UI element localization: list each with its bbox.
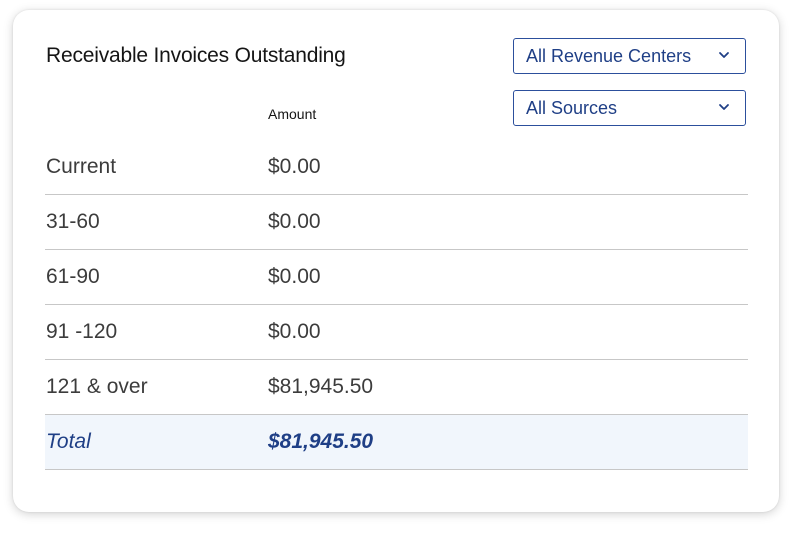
chevron-down-icon bbox=[719, 104, 729, 110]
source-select-value: All Sources bbox=[526, 98, 618, 118]
row-amount: $0.00 bbox=[268, 265, 321, 288]
receivables-card: Receivable Invoices Outstanding All Reve… bbox=[13, 10, 779, 512]
row-amount: $0.00 bbox=[268, 155, 321, 178]
amount-column-header: Amount bbox=[268, 106, 317, 122]
revenue-center-select[interactable]: All Revenue Centers bbox=[513, 38, 746, 74]
row-label: 91 -120 bbox=[46, 320, 118, 343]
table-row: 61-90 $0.00 bbox=[45, 250, 748, 305]
table-row: 31-60 $0.00 bbox=[45, 195, 748, 250]
revenue-center-select-value: All Revenue Centers bbox=[526, 46, 692, 66]
aging-table: Current $0.00 31-60 $0.00 61-90 $0.00 91… bbox=[45, 140, 748, 470]
row-label: 121 & over bbox=[46, 375, 148, 398]
table-row: 121 & over $81,945.50 bbox=[45, 360, 748, 415]
row-label: Current bbox=[46, 155, 117, 178]
total-row: Total $81,945.50 bbox=[45, 415, 748, 470]
widget-title: Receivable Invoices Outstanding bbox=[46, 44, 346, 67]
row-label: 61-90 bbox=[46, 265, 100, 288]
row-amount: $0.00 bbox=[268, 320, 321, 343]
table-row: Current $0.00 bbox=[45, 140, 748, 195]
row-amount: $81,945.50 bbox=[268, 375, 374, 398]
total-label: Total bbox=[46, 430, 91, 453]
table-row: 91 -120 $0.00 bbox=[45, 305, 748, 360]
source-select[interactable]: All Sources bbox=[513, 90, 746, 126]
row-amount: $0.00 bbox=[268, 210, 321, 233]
row-label: 31-60 bbox=[46, 210, 100, 233]
total-amount: $81,945.50 bbox=[268, 430, 374, 453]
chevron-down-icon bbox=[719, 52, 729, 58]
